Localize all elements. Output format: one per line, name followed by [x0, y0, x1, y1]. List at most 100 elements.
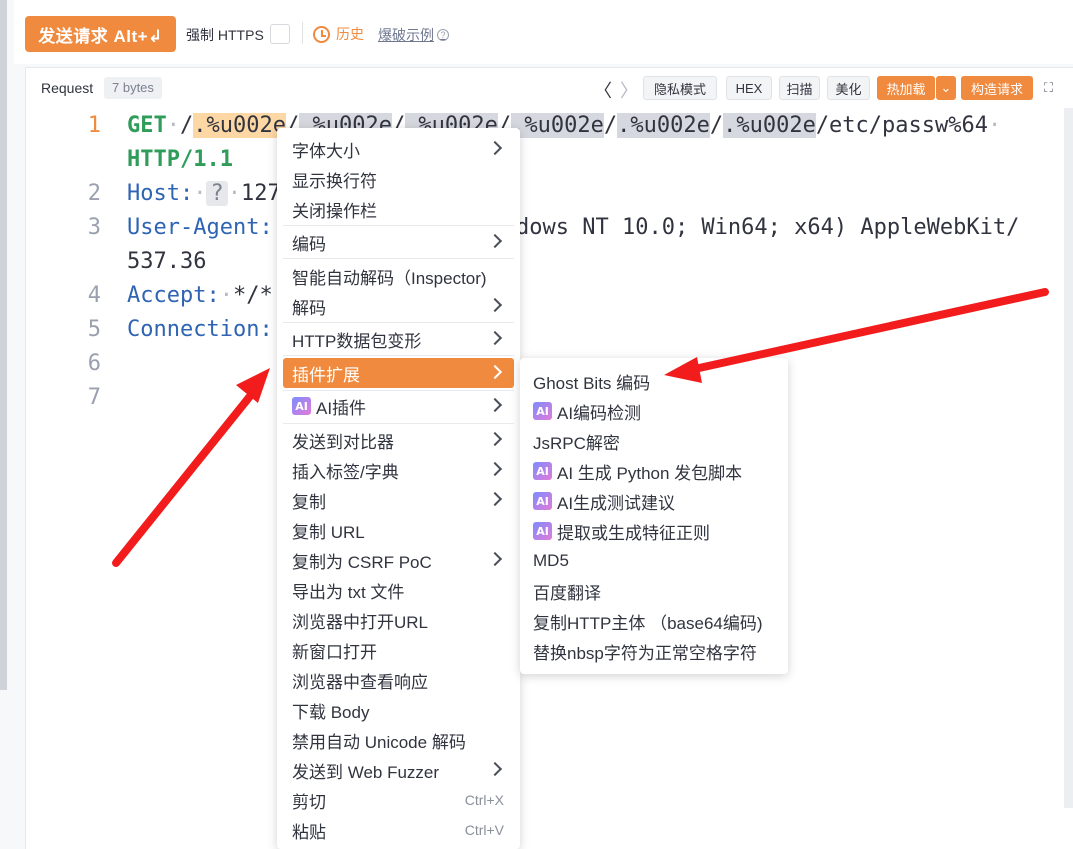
code-line-1-wrap: HTTP/1.1: [127, 147, 233, 172]
menu-item-label: 浏览器中打开URL: [292, 612, 429, 632]
menu-item-paste[interactable]: 粘贴 Ctrl+V: [283, 815, 514, 845]
line-number: 4: [87, 283, 101, 308]
menu-separator: [283, 423, 514, 424]
menu-item-label: 发送到 Web Fuzzer: [292, 762, 440, 782]
code-line-2: Host:·? ·127: [127, 181, 281, 206]
chevron-right-icon: [487, 491, 503, 507]
force-https-checkbox[interactable]: [270, 24, 290, 44]
chevron-right-icon: [487, 297, 503, 313]
chevron-right-icon: [487, 140, 503, 156]
menu-item-close-toolbar[interactable]: 关闭操作栏: [283, 194, 514, 224]
submenu-item-replace-nbsp[interactable]: 替换nbsp字符为正常空格字符: [533, 636, 757, 666]
menu-item-copy-url[interactable]: 复制 URL: [283, 515, 514, 545]
menu-item-label: 浏览器中查看响应: [292, 672, 428, 692]
menu-item-label: 导出为 txt 文件: [292, 582, 405, 602]
help-icon[interactable]: ?: [437, 29, 449, 41]
menu-item-send-to-web-fuzzer[interactable]: 发送到 Web Fuzzer: [283, 755, 514, 785]
menu-item-label: 关闭操作栏: [292, 201, 377, 221]
example-label: 爆破示例: [378, 27, 434, 43]
submenu-item-jsrpc-decrypt[interactable]: JsRPC解密: [533, 426, 620, 456]
menu-item-label: 智能自动解码（Inspector): [292, 268, 487, 288]
privacy-mode-button[interactable]: 隐私模式: [643, 76, 717, 100]
menu-item-label: 发送到对比器: [292, 432, 394, 452]
menu-item-new-window[interactable]: 新窗口打开: [283, 635, 514, 665]
menu-item-show-newlines[interactable]: 显示换行符: [283, 164, 514, 194]
next-arrow-icon[interactable]: 〉: [620, 77, 638, 103]
header-key: Accept:: [127, 283, 220, 308]
code-line-5: Connection:: [127, 317, 273, 342]
submenu-item-label: JsRPC解密: [533, 433, 620, 453]
menu-item-label: 新窗口打开: [292, 642, 377, 662]
build-request-button[interactable]: 构造请求: [961, 76, 1033, 100]
chevron-right-icon: [487, 761, 503, 777]
menu-item-download-body[interactable]: 下载 Body: [283, 695, 514, 725]
chevron-right-icon: [487, 397, 503, 413]
line-number: 6: [87, 351, 101, 376]
submenu-item-label: AI 生成 Python 发包脚本: [557, 463, 743, 483]
menu-item-send-to-comparer[interactable]: 发送到对比器: [283, 425, 514, 455]
menu-item-export-txt[interactable]: 导出为 txt 文件: [283, 575, 514, 605]
menu-item-copy[interactable]: 复制: [283, 485, 514, 515]
chevron-right-icon: [487, 233, 503, 249]
menu-item-copy-csrf-poc[interactable]: 复制为 CSRF PoC: [283, 545, 514, 575]
submenu-item-label: 百度翻译: [533, 583, 601, 603]
menu-item-disable-unicode-decode[interactable]: 禁用自动 Unicode 解码: [283, 725, 514, 755]
force-https-label: 强制 HTTPS: [186, 27, 264, 43]
submenu-item-copy-http-body-base64[interactable]: 复制HTTP主体 （base64编码): [533, 606, 763, 636]
submenu-item-baidu-translate[interactable]: 百度翻译: [533, 576, 601, 606]
path-segment: .%u002e: [617, 113, 710, 138]
menu-item-cut[interactable]: 剪切 Ctrl+X: [283, 785, 514, 815]
menu-item-label: 粘贴: [292, 822, 326, 842]
chevron-right-icon: [487, 431, 503, 447]
submenu-item-ai-test-advice[interactable]: AI AI生成测试建议: [533, 486, 675, 516]
example-link[interactable]: 爆破示例 ?: [378, 25, 449, 45]
submenu-item-label: MD5: [533, 551, 569, 570]
scan-button[interactable]: 扫描: [779, 76, 820, 100]
menu-item-label: AI插件: [316, 398, 367, 418]
menu-item-label: 复制: [292, 492, 326, 512]
menu-item-http-transform[interactable]: HTTP数据包变形: [283, 324, 514, 354]
menu-item-view-response-browser[interactable]: 浏览器中查看响应: [283, 665, 514, 695]
menu-item-label: 剪切: [292, 792, 326, 812]
request-title: Request: [41, 80, 94, 96]
hex-button[interactable]: HEX: [726, 76, 772, 100]
menu-item-plugin-extension[interactable]: 插件扩展: [283, 358, 514, 388]
submenu-item-ghost-bits[interactable]: Ghost Bits 编码: [533, 366, 650, 396]
code-line-3-visible: dows NT 10.0; Win64; x64) AppleWebKit/: [516, 215, 1019, 240]
prev-arrow-icon[interactable]: 〈: [594, 77, 612, 103]
menu-item-font-size[interactable]: 字体大小: [283, 134, 514, 164]
hot-load-button[interactable]: 热加载: [877, 76, 935, 100]
ai-icon: AI: [292, 397, 311, 415]
menu-item-open-url-browser[interactable]: 浏览器中打开URL: [283, 605, 514, 635]
path-segment: .%u002e: [511, 113, 604, 138]
submenu-item-md5[interactable]: MD5: [533, 546, 569, 576]
hot-load-dropdown-icon[interactable]: ⌄: [936, 76, 956, 100]
submenu-item-label: AI编码检测: [557, 403, 642, 423]
header-value: dows NT 10.0; Win64; x64) AppleWebKit/: [516, 215, 1020, 240]
submenu-item-label: AI生成测试建议: [557, 493, 676, 513]
send-request-button[interactable]: 发送请求 Alt+↲: [25, 16, 176, 52]
submenu-item-ai-encoding-detect[interactable]: AI AI编码检测: [533, 396, 641, 426]
history-button[interactable]: 历史: [313, 24, 364, 44]
context-menu: 字体大小 显示换行符 关闭操作栏 编码 智能自动解码（Inspector) 解码…: [277, 128, 520, 849]
menu-item-label: HTTP数据包变形: [292, 331, 422, 351]
http-method: GET: [127, 113, 167, 138]
menu-item-ai-plugin[interactable]: AI AI插件: [283, 391, 514, 421]
menu-separator: [283, 258, 514, 259]
line-number: 2: [87, 181, 101, 206]
left-scrollbar[interactable]: [0, 0, 7, 690]
menu-item-decode[interactable]: 解码: [283, 291, 514, 321]
menu-item-encode[interactable]: 编码: [283, 227, 514, 257]
menu-item-insert-tag[interactable]: 插入标签/字典: [283, 455, 514, 485]
beautify-button[interactable]: 美化: [827, 76, 870, 100]
chevron-right-icon: [487, 364, 503, 380]
menu-separator: [283, 225, 514, 226]
expand-icon[interactable]: ⛶: [1044, 80, 1060, 96]
submenu-item-extract-regex[interactable]: AI 提取或生成特征正则: [533, 516, 710, 546]
divider: [302, 22, 303, 44]
menu-item-smart-decode[interactable]: 智能自动解码（Inspector): [283, 261, 514, 291]
submenu-item-ai-python-script[interactable]: AI AI 生成 Python 发包脚本: [533, 456, 742, 486]
editor-scrollbar[interactable]: [1064, 108, 1073, 808]
top-toolbar: 发送请求 Alt+↲ 强制 HTTPS 历史 爆破示例 ?: [14, 0, 1073, 64]
code-line-4: Accept:·*/*: [127, 283, 273, 308]
